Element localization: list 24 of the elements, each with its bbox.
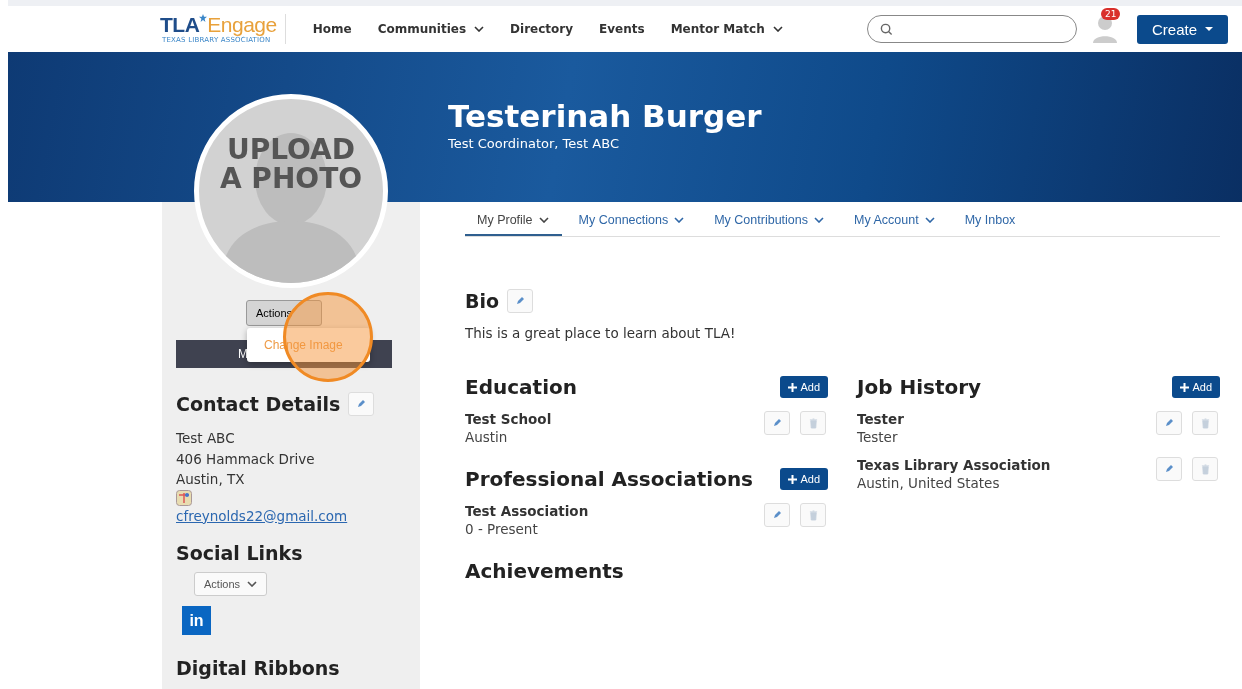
item-title: Texas Library Association	[857, 457, 1051, 473]
address-line: 406 Hammack Drive	[176, 449, 316, 469]
item-title: Test School	[465, 411, 552, 427]
address-line: Test ABC	[176, 429, 236, 448]
section-heading: Professional Associations	[465, 467, 754, 491]
section-heading: Job History	[857, 375, 982, 399]
item-title: Tester	[857, 411, 904, 427]
notification-badge: 21	[1100, 8, 1121, 20]
section-heading: Contact Details	[176, 393, 341, 415]
section-heading: Bio	[465, 290, 500, 312]
section-heading: Achievements	[465, 559, 624, 583]
item-subtitle: Austin	[465, 429, 509, 445]
item-subtitle: 0 - Present	[465, 521, 539, 537]
address-line: Austin, TX	[176, 470, 246, 489]
item-subtitle: Tester	[857, 429, 899, 445]
upload-photo-text: UPLOAD A PHOTO	[218, 135, 364, 193]
section-heading: Education	[465, 375, 577, 399]
section-heading: Digital Ribbons	[176, 657, 341, 679]
profile-title: Test Coordinator, Test ABC	[448, 136, 620, 151]
bio-text: This is a great place to learn about TLA!	[465, 325, 737, 341]
profile-name: Testerinah Burger	[448, 98, 763, 134]
item-subtitle: Austin, United States	[857, 475, 1001, 491]
item-title: Test Association	[465, 503, 589, 519]
section-heading: Social Links	[176, 542, 304, 564]
